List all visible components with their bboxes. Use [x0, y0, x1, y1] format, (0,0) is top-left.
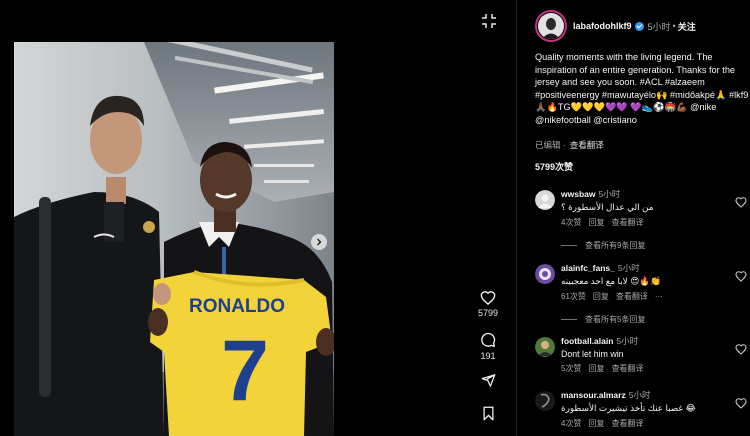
comment-text: من الي عدال الأسطورة ؟	[561, 202, 654, 212]
view-replies-link[interactable]: 查看所有5条回复	[561, 314, 645, 325]
comment-time: 5小时	[628, 390, 651, 400]
caption-translate-link[interactable]: 查看翻译	[570, 140, 604, 150]
comment-likes[interactable]: 4次赞	[561, 218, 581, 227]
view-replies-label: 查看所有9条回复	[585, 241, 646, 250]
save-button[interactable]	[472, 406, 504, 421]
comment-likes[interactable]: 5次赞	[561, 364, 581, 373]
comment-heart-icon[interactable]	[735, 196, 747, 208]
translate-link[interactable]: 查看翻译	[611, 218, 643, 227]
post-caption: Quality moments with the living legend. …	[535, 52, 749, 125]
commenter-avatar[interactable]	[535, 264, 555, 284]
more-options-icon[interactable]: ···	[655, 292, 663, 301]
verified-badge-icon	[634, 21, 644, 31]
comment-icon	[481, 332, 496, 347]
caption-meta: 已编辑 · 查看翻译	[535, 139, 604, 151]
likes-summary[interactable]: 5799次赞	[535, 160, 573, 173]
author-username[interactable]: labafodohlkf9	[573, 21, 632, 31]
comment-time: 5小时	[598, 189, 621, 199]
paper-plane-icon	[481, 374, 495, 387]
post-time: 5小时	[647, 21, 671, 32]
comment-text: لابا مع احد معجبينه 😍🔥👏	[561, 276, 662, 286]
comment-likes[interactable]: 4次赞	[561, 419, 581, 428]
translate-link[interactable]: 查看翻译	[616, 292, 648, 301]
comment-count: 191	[480, 351, 496, 361]
translate-link[interactable]: 查看翻译	[611, 364, 643, 373]
comment-username[interactable]: alainfc_fans_	[561, 263, 615, 273]
share-button[interactable]	[472, 373, 504, 388]
post-details-panel: labafodohlkf9 5小时 • 关注 Quality moments w…	[516, 0, 750, 436]
heart-icon	[480, 291, 496, 305]
comment-text: غصبا عنك تأخذ تيشيرت الأسطورة 😂	[561, 403, 696, 413]
like-button[interactable]: 5799	[472, 290, 504, 318]
reply-button[interactable]: 回复	[588, 364, 604, 373]
post-media-stage: RONALDO 7 5799 191	[0, 0, 516, 436]
reply-button[interactable]: 回复	[593, 292, 609, 301]
post-photo[interactable]: RONALDO 7	[14, 42, 334, 436]
comment-button[interactable]: 191	[472, 332, 504, 361]
view-replies-link[interactable]: 查看所有9条回复	[561, 240, 645, 251]
jersey-name: RONALDO	[189, 296, 285, 317]
next-slide-button[interactable]	[311, 234, 327, 250]
comment-text: Dont let him win	[561, 349, 624, 359]
reply-button[interactable]: 回复	[588, 419, 604, 428]
jersey-number: 7	[221, 323, 269, 419]
expand-icon[interactable]	[480, 12, 498, 30]
comment-time: 5小时	[616, 336, 639, 346]
reply-button[interactable]: 回复	[588, 218, 604, 227]
comment-username[interactable]: wwsbaw	[561, 189, 595, 199]
follow-button[interactable]: 关注	[678, 20, 696, 33]
commenter-avatar[interactable]	[535, 391, 555, 411]
commenter-avatar[interactable]	[535, 337, 555, 357]
bookmark-icon	[483, 406, 493, 421]
post-header: labafodohlkf9 5小时 • 关注	[517, 0, 750, 52]
edited-label: 已编辑 ·	[535, 140, 566, 150]
comment-heart-icon[interactable]	[735, 397, 747, 409]
separator-dot: •	[672, 21, 676, 31]
comment-username[interactable]: football.alain	[561, 336, 613, 346]
photo-illustration: RONALDO 7	[14, 42, 334, 436]
comment-username[interactable]: mansour.almarz	[561, 390, 626, 400]
comment-likes[interactable]: 61次赞	[561, 292, 586, 301]
like-count: 5799	[477, 308, 499, 318]
translate-link[interactable]: 查看翻译	[611, 419, 643, 428]
commenter-avatar[interactable]	[535, 190, 555, 210]
comment-heart-icon[interactable]	[735, 343, 747, 355]
comment-time: 5小时	[617, 263, 640, 273]
chevron-right-icon	[317, 238, 322, 246]
comment-heart-icon[interactable]	[735, 270, 747, 282]
view-replies-label: 查看所有5条回复	[585, 315, 646, 324]
author-avatar[interactable]	[535, 10, 567, 42]
